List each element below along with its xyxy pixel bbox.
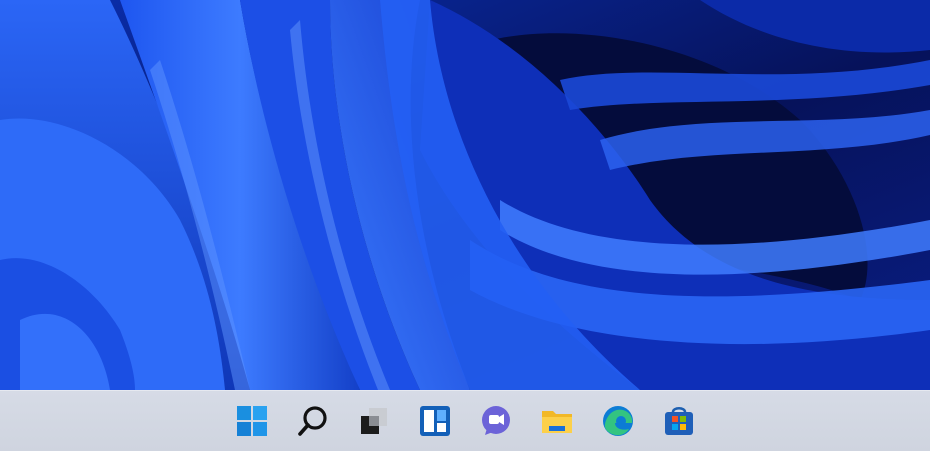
store-button[interactable] [659,401,699,441]
taskbar-pinned-apps [232,391,699,451]
search-icon [298,406,327,436]
widgets-button[interactable] [415,401,455,441]
chat-icon [482,406,510,435]
search-button[interactable] [293,401,333,441]
folder-icon [542,411,572,433]
edge-button[interactable] [598,401,638,441]
task-view-icon [361,408,387,434]
wallpaper-bloom [0,0,930,390]
desktop-wallpaper [0,0,930,390]
windows-logo-icon [237,406,267,436]
chat-button[interactable] [476,401,516,441]
widgets-icon [420,406,450,436]
taskbar [0,390,930,451]
store-icon [665,407,693,435]
file-explorer-button[interactable] [537,401,577,441]
edge-icon [603,406,633,436]
start-button[interactable] [232,401,272,441]
task-view-button[interactable] [354,401,394,441]
